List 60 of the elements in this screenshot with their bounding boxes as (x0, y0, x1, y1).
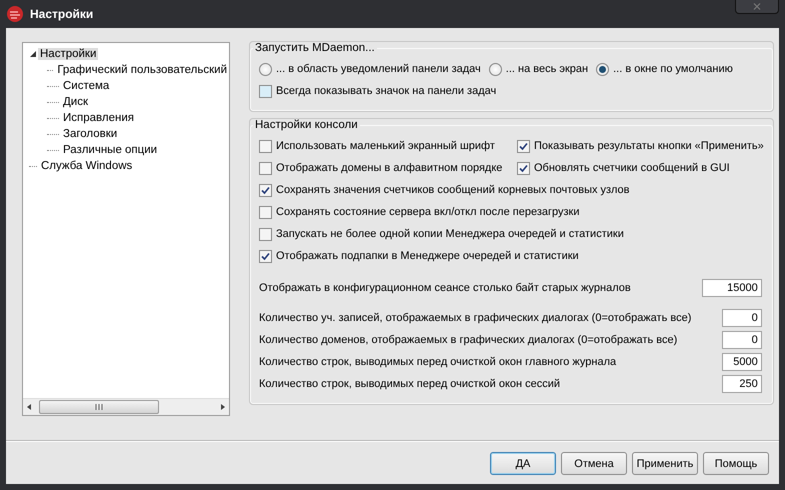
radio-label: ... в окне по умолчанию (613, 63, 733, 75)
checkbox-label: Сохранять состояние сервера вкл/откл после перезагрузки (276, 206, 580, 218)
checkbox[interactable] (517, 140, 530, 152)
field-label: Количество строк, выводимых перед очисткой окон главного журнала (259, 356, 616, 368)
checkbox[interactable] (259, 250, 272, 262)
checkbox-label: Сохранять значения счетчиков сообщений корневых почтовых узлов (276, 184, 630, 196)
radio-button[interactable] (596, 62, 610, 76)
field-label: Количество уч. записей, отображаемых в графических диалогах (0=отображать все) (259, 312, 692, 324)
number-field[interactable]: 5000 (722, 353, 762, 371)
field-label: Количество доменов, отображаемых в графических диалогах (0=отображать все) (259, 334, 678, 346)
number-field[interactable]: 0 (722, 309, 762, 327)
dialog-button[interactable]: Помощь (703, 452, 769, 475)
tree-item[interactable]: Настройки (38, 48, 98, 60)
tree-item[interactable]: Система (61, 80, 112, 92)
number-field[interactable]: 15000 (702, 279, 762, 297)
scrollbar-thumb[interactable] (39, 400, 159, 414)
group-title: Запустить MDaemon... (254, 42, 376, 54)
radio-button[interactable] (259, 62, 272, 76)
checkbox[interactable] (259, 140, 272, 152)
dialog-button[interactable]: Отмена (561, 452, 627, 475)
tree-item[interactable]: Графический пользовательский (55, 64, 229, 76)
number-field[interactable]: 0 (722, 331, 762, 349)
radio-label: ... в область уведомлений панели задач (276, 63, 481, 75)
checkmark-icon (261, 186, 270, 194)
checkbox-label: Использовать маленький экранный шрифт (276, 140, 495, 152)
number-field[interactable]: 250 (722, 375, 762, 393)
tree-item[interactable]: Различные опции (61, 144, 160, 156)
grip-icon (95, 404, 103, 410)
checkbox[interactable] (259, 84, 272, 98)
field-label: Отображать в конфигурационном сеансе столько байт старых журналов (259, 282, 631, 294)
close-icon (753, 3, 761, 10)
checkbox-label: Обновлять счетчики сообщений в GUI (534, 162, 730, 174)
checkbox[interactable] (259, 162, 272, 174)
horizontal-scrollbar[interactable] (23, 398, 229, 415)
checkbox-label: Всегда показывать значок на панели задач (276, 85, 496, 97)
checkbox[interactable] (259, 184, 272, 196)
tree-item[interactable]: Служба Windows (39, 160, 134, 172)
window-title: Настройки (30, 7, 94, 21)
close-button[interactable] (735, 0, 779, 14)
group-title: Настройки консоли (254, 119, 359, 131)
checkmark-icon (261, 252, 270, 260)
radio-label: ... на весь экран (506, 63, 588, 75)
checkbox[interactable] (517, 162, 530, 174)
dialog-button[interactable]: ДА (490, 452, 556, 475)
tree-item[interactable]: Исправления (61, 112, 136, 124)
checkbox-label: Отображать подпапки в Менеджере очередей и статистики (276, 250, 579, 262)
checkmark-icon (519, 142, 528, 150)
checkmark-icon (519, 164, 528, 172)
checkbox-label: Отображать домены в алфавитном порядке (276, 162, 502, 174)
checkbox[interactable] (259, 228, 272, 240)
tree-item[interactable]: Диск (61, 96, 90, 108)
field-label: Количество строк, выводимых перед очисткой окон сессий (259, 378, 560, 390)
radio-button[interactable] (488, 62, 502, 76)
checkbox-label: Показывать результаты кнопки «Применить» (534, 140, 764, 152)
checkbox-label: Запускать не более одной копии Менеджера очередей и статистики (276, 228, 624, 240)
checkbox[interactable] (259, 206, 272, 218)
app-logo-icon (6, 5, 24, 23)
dialog-button[interactable]: Применить (632, 452, 698, 475)
tree-item[interactable]: Заголовки (61, 128, 120, 140)
expanded-triangle-icon[interactable] (29, 50, 37, 58)
